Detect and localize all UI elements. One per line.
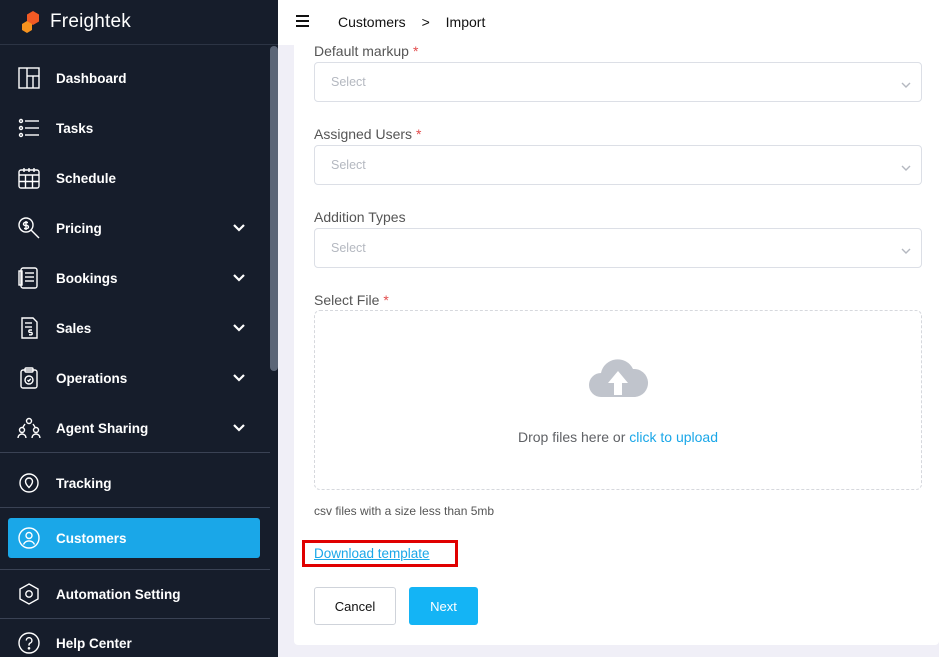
sidebar-item-customers[interactable]: Customers: [8, 518, 260, 558]
addition-types-label: Addition Types: [314, 209, 406, 225]
dashboard-icon: [16, 65, 42, 91]
hamburger-menu-icon[interactable]: [296, 15, 309, 27]
sidebar-item-label: Agent Sharing: [56, 420, 149, 436]
download-template-link[interactable]: Download template: [314, 546, 430, 561]
sidebar-item-tracking[interactable]: Tracking: [0, 463, 270, 503]
click-to-upload-link[interactable]: click to upload: [629, 429, 718, 445]
sidebar-item-schedule[interactable]: Schedule: [0, 158, 270, 198]
chevron-down-icon[interactable]: [232, 371, 246, 385]
sidebar-item-label: Dashboard: [56, 70, 127, 86]
customer-icon: [16, 525, 42, 551]
breadcrumb-import: Import: [445, 14, 486, 30]
sidebar-item-label: Customers: [56, 530, 127, 546]
select-placeholder: Select: [331, 241, 366, 255]
chevron-down-icon[interactable]: [232, 421, 246, 435]
select-file-label: Select File *: [314, 292, 389, 308]
sidebar-item-label: Sales: [56, 320, 92, 336]
next-button[interactable]: Next: [409, 587, 478, 625]
sidebar-item-label: Automation Setting: [56, 586, 181, 602]
field-label-text: Select File: [314, 292, 380, 308]
chevron-down-icon[interactable]: [232, 321, 246, 335]
sidebar-item-automation-setting[interactable]: Automation Setting: [0, 574, 270, 614]
sidebar-divider: [0, 569, 270, 570]
breadcrumb-separator: >: [421, 14, 430, 30]
download-template-highlight: Download template: [302, 540, 458, 567]
chevron-down-icon: [901, 160, 911, 171]
import-form-card: Default markup * Select Assigned Users * S…: [294, 43, 939, 645]
calendar-icon: [16, 165, 42, 191]
addition-types-select[interactable]: Select: [314, 228, 922, 268]
chevron-down-icon: [901, 243, 911, 254]
location-pin-icon: [16, 470, 42, 496]
sidebar-item-operations[interactable]: Operations: [0, 358, 270, 398]
sidebar-divider: [0, 507, 270, 508]
brand-name: Freightek: [50, 11, 132, 32]
cancel-button[interactable]: Cancel: [314, 587, 396, 625]
sidebar-item-label: Pricing: [56, 220, 102, 236]
brand[interactable]: Freightek: [0, 0, 278, 45]
sidebar-scrollbar[interactable]: [270, 46, 278, 371]
breadcrumb-customers[interactable]: Customers: [338, 14, 406, 30]
select-placeholder: Select: [331, 158, 366, 172]
dropzone-text: Drop files here or click to upload: [315, 429, 921, 445]
sidebar-divider: [0, 452, 270, 453]
required-marker: *: [416, 126, 422, 142]
required-marker: *: [383, 292, 389, 308]
sidebar-item-pricing[interactable]: Pricing: [0, 208, 270, 248]
required-marker: *: [412, 43, 419, 59]
help-icon: [16, 630, 42, 656]
top-bar: Customers > Import: [278, 0, 939, 45]
chevron-down-icon[interactable]: [232, 221, 246, 235]
freightek-logo-icon: [22, 11, 39, 33]
cloud-upload-icon: [589, 359, 649, 397]
sidebar-item-agent-sharing[interactable]: Agent Sharing: [0, 408, 270, 448]
default-markup-label: Default markup *: [314, 43, 418, 59]
bookings-icon: [16, 265, 42, 291]
tasks-icon: [16, 115, 42, 141]
chevron-down-icon: [901, 77, 911, 88]
sidebar-item-label: Help Center: [56, 635, 132, 651]
clipboard-icon: [16, 365, 42, 391]
sidebar-item-label: Schedule: [56, 170, 117, 186]
sidebar-item-label: Tracking: [56, 475, 112, 491]
default-markup-select[interactable]: Select: [314, 62, 922, 102]
sidebar-item-sales[interactable]: Sales: [0, 308, 270, 348]
sales-invoice-icon: [16, 315, 42, 341]
pricing-search-icon: [16, 215, 42, 241]
breadcrumb: Customers > Import: [338, 14, 497, 30]
file-size-hint: csv files with a size less than 5mb: [314, 504, 495, 518]
select-placeholder: Select: [331, 75, 366, 89]
assigned-users-select[interactable]: Select: [314, 145, 922, 185]
sidebar-item-label: Bookings: [56, 270, 118, 286]
sidebar-item-label: Operations: [56, 370, 128, 386]
sidebar-item-help-center[interactable]: Help Center: [0, 623, 270, 657]
sidebar: Freightek Dashboard Tasks Schedule Prici…: [0, 0, 278, 657]
hexagon-gear-icon: [16, 581, 42, 607]
field-label-text: Assigned Users: [314, 126, 413, 142]
sidebar-item-dashboard[interactable]: Dashboard: [0, 58, 270, 98]
file-dropzone[interactable]: Drop files here or click to upload: [314, 310, 922, 490]
dropzone-instruction: Drop files here or: [518, 429, 626, 445]
chevron-down-icon[interactable]: [232, 271, 246, 285]
sidebar-item-tasks[interactable]: Tasks: [0, 108, 270, 148]
agents-icon: [16, 415, 42, 441]
sidebar-divider: [0, 618, 270, 619]
sidebar-item-bookings[interactable]: Bookings: [0, 258, 270, 298]
field-label-text: Addition Types: [314, 209, 406, 225]
field-label-text: Default markup: [314, 43, 409, 59]
assigned-users-label: Assigned Users *: [314, 126, 422, 142]
sidebar-item-label: Tasks: [56, 120, 94, 136]
